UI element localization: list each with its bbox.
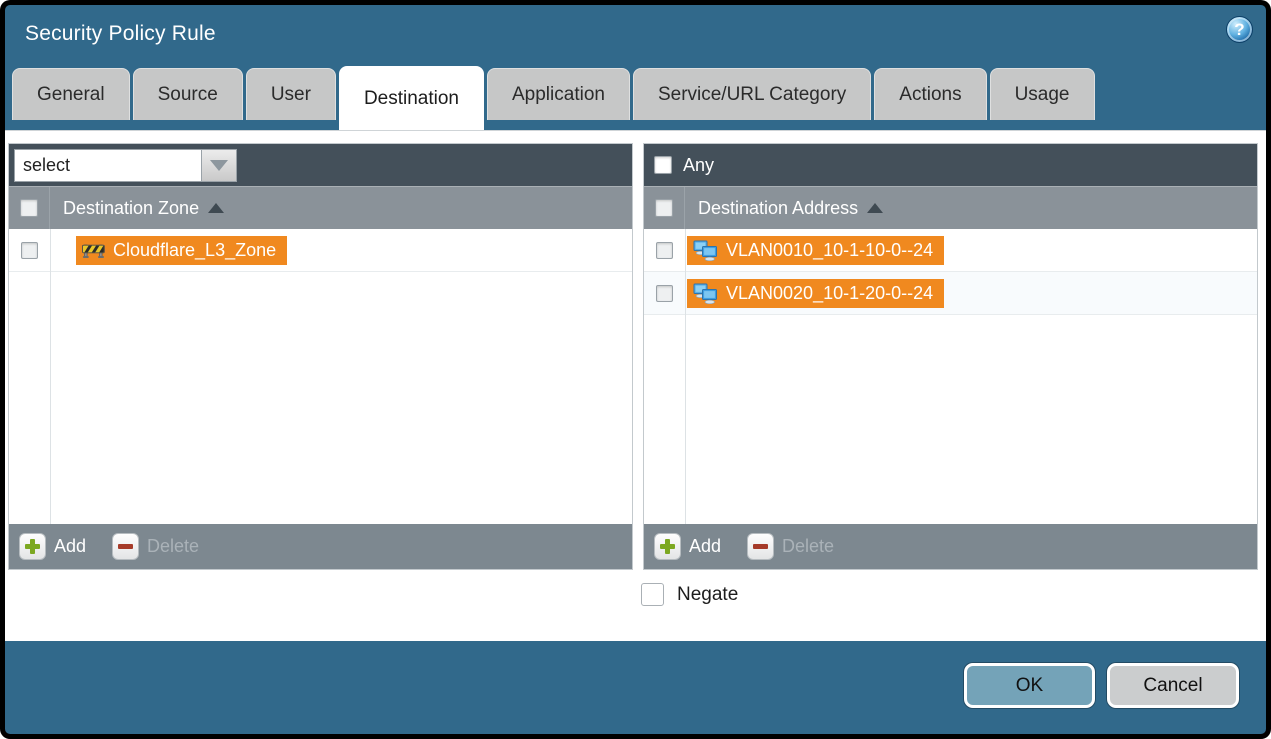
row-checkbox-col (644, 272, 685, 315)
table-row: VLAN0020_10-1-20-0--24 (644, 272, 1257, 315)
minus-icon (747, 533, 774, 560)
security-policy-rule-dialog: Security Policy Rule ? GeneralSourceUser… (5, 5, 1266, 734)
any-label: Any (683, 155, 714, 176)
tab-user[interactable]: User (246, 68, 336, 120)
address-column-header[interactable]: Destination Address (685, 198, 858, 219)
titlebar: Security Policy Rule (5, 5, 1266, 62)
address-table-header: Destination Address (644, 186, 1257, 229)
select-all-col (644, 187, 685, 229)
zone-chip[interactable]: Cloudflare_L3_Zone (76, 236, 287, 265)
add-address-button[interactable]: Add (654, 533, 721, 560)
sort-asc-icon[interactable] (208, 203, 224, 213)
tab-service-url-category[interactable]: Service/URL Category (633, 68, 871, 120)
row-checkbox[interactable] (656, 242, 673, 259)
negate-row: Negate (641, 583, 738, 606)
delete-zone-button[interactable]: Delete (112, 533, 199, 560)
chevron-down-icon (210, 160, 228, 171)
delete-label: Delete (782, 536, 834, 557)
row-label: VLAN0020_10-1-20-0--24 (726, 283, 933, 304)
row-checkbox[interactable] (656, 285, 673, 302)
zone-rows: Cloudflare_L3_Zone (9, 229, 632, 524)
any-checkbox[interactable] (654, 156, 672, 174)
sort-asc-icon[interactable] (867, 203, 883, 213)
address-select-all-checkbox[interactable] (655, 199, 673, 217)
row-checkbox-col (9, 229, 50, 272)
zone-panel-header (9, 144, 632, 186)
ok-button[interactable]: OK (964, 663, 1095, 708)
delete-address-button[interactable]: Delete (747, 533, 834, 560)
add-zone-button[interactable]: Add (19, 533, 86, 560)
address-rows: VLAN0010_10-1-10-0--24 VLAN0020_10-1-20-0… (644, 229, 1257, 524)
help-icon[interactable]: ? (1226, 16, 1253, 43)
row-label: Cloudflare_L3_Zone (113, 240, 276, 261)
address-chip[interactable]: VLAN0020_10-1-20-0--24 (687, 279, 944, 308)
cancel-button[interactable]: Cancel (1107, 663, 1239, 708)
address-icon (693, 240, 718, 261)
plus-icon (654, 533, 681, 560)
delete-label: Delete (147, 536, 199, 557)
zone-toolbar: Add Delete (9, 524, 632, 569)
tab-source[interactable]: Source (133, 68, 243, 120)
address-toolbar: Add Delete (644, 524, 1257, 569)
row-checkbox-col (644, 229, 685, 272)
tab-general[interactable]: General (12, 68, 130, 120)
tab-destination[interactable]: Destination (339, 66, 484, 130)
tab-bar: GeneralSourceUserDestinationApplicationS… (12, 61, 1259, 130)
zone-icon (82, 241, 105, 259)
zone-select-input[interactable] (14, 149, 201, 182)
negate-checkbox[interactable] (641, 583, 664, 606)
destination-zone-panel: Destination Zone Cloudflare_L3_Zone Add … (9, 144, 632, 569)
row-checkbox[interactable] (21, 242, 38, 259)
dialog-footer: OK Cancel (5, 641, 1266, 734)
zone-column-header[interactable]: Destination Zone (50, 198, 199, 219)
add-label: Add (54, 536, 86, 557)
table-row: VLAN0010_10-1-10-0--24 (644, 229, 1257, 272)
tab-actions[interactable]: Actions (874, 68, 986, 120)
zone-table-header: Destination Zone (9, 186, 632, 229)
row-label: VLAN0010_10-1-10-0--24 (726, 240, 933, 261)
tab-usage[interactable]: Usage (990, 68, 1095, 120)
zone-select-combo (14, 149, 237, 182)
zone-select-dropdown-button[interactable] (201, 149, 237, 182)
plus-icon (19, 533, 46, 560)
minus-icon (112, 533, 139, 560)
any-wrap: Any (649, 155, 714, 176)
address-panel-header: Any (644, 144, 1257, 186)
table-row: Cloudflare_L3_Zone (9, 229, 632, 272)
address-chip[interactable]: VLAN0010_10-1-10-0--24 (687, 236, 944, 265)
select-all-col (9, 187, 50, 229)
zone-select-all-checkbox[interactable] (20, 199, 38, 217)
address-icon (693, 283, 718, 304)
dialog-content: Destination Zone Cloudflare_L3_Zone Add … (5, 130, 1266, 641)
negate-label: Negate (677, 584, 738, 606)
destination-address-panel: Any Destination Address VLAN0010_10-1-10… (644, 144, 1257, 569)
dialog-title: Security Policy Rule (25, 22, 216, 46)
add-label: Add (689, 536, 721, 557)
dialog-frame: Security Policy Rule ? GeneralSourceUser… (0, 0, 1271, 739)
tab-application[interactable]: Application (487, 68, 630, 120)
